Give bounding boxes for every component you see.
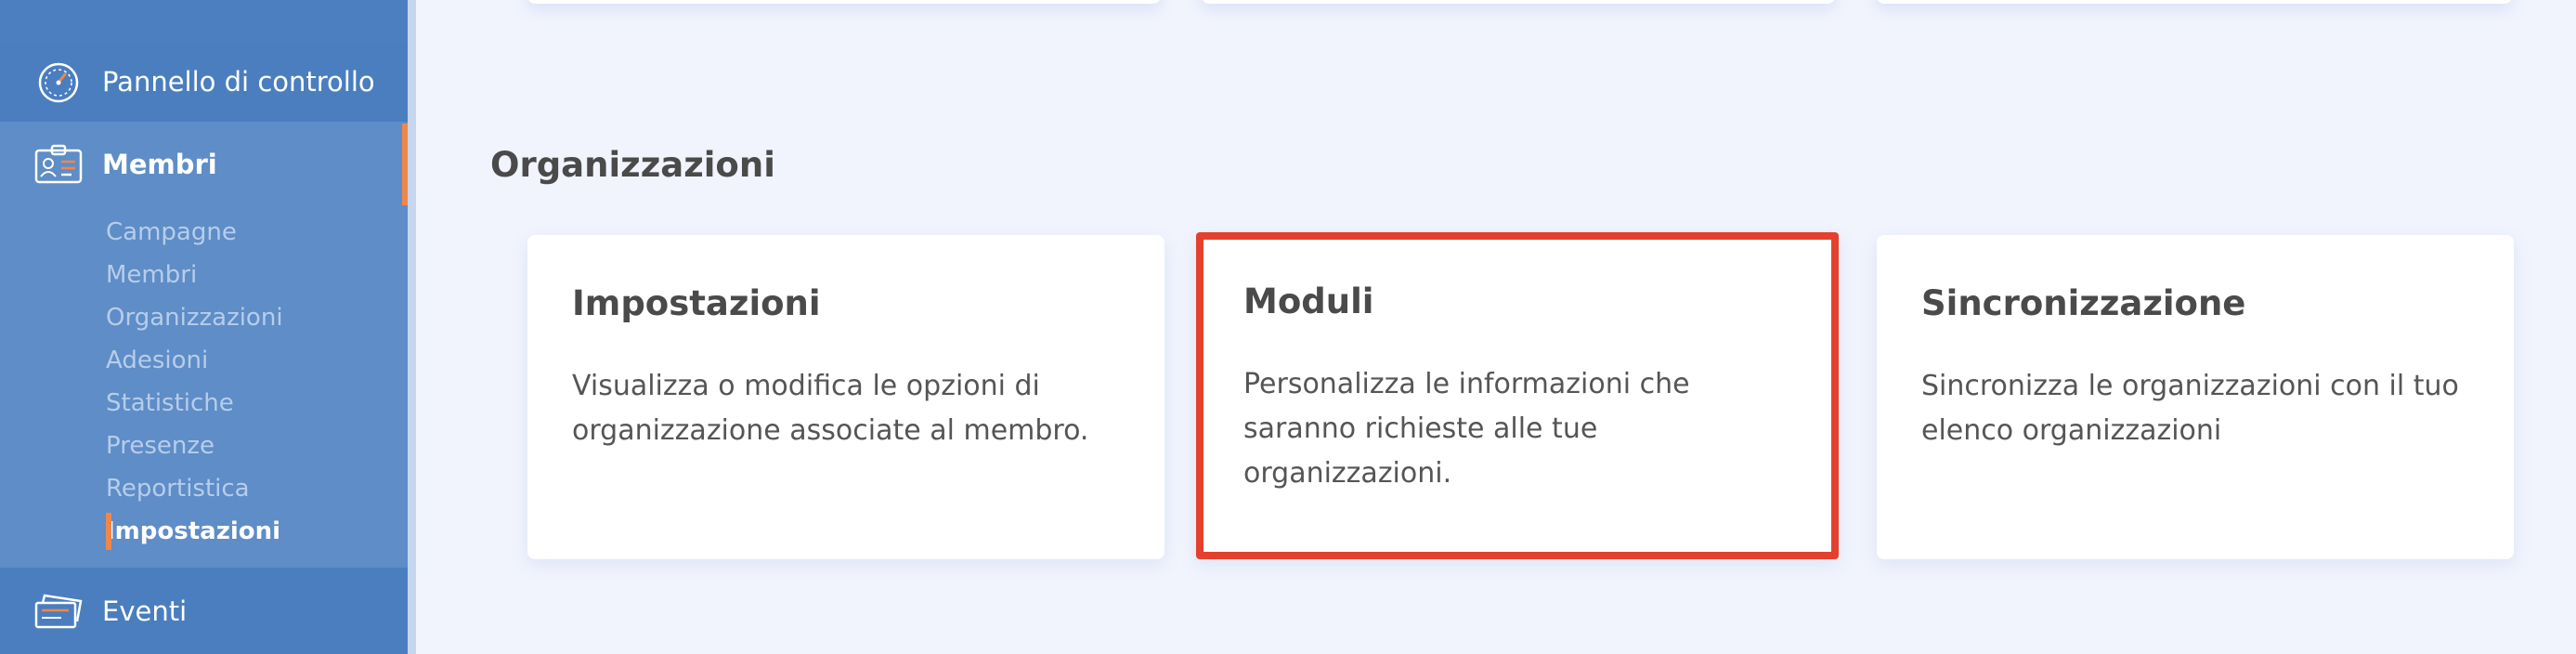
section-title: Organizzazioni	[490, 145, 775, 185]
sidebar-item-events-label: Eventi	[102, 595, 188, 627]
subnav-item-label: Membri	[106, 261, 198, 289]
subnav-item-label: Organizzazioni	[106, 304, 283, 332]
speedometer-icon	[33, 60, 84, 103]
subnav-item-adesioni[interactable]: Adesioni	[0, 339, 408, 382]
card-description: Personalizza le informazioni che saranno…	[1243, 368, 1690, 490]
subnav-item-reportistica[interactable]: Reportistica	[0, 467, 408, 510]
active-indicator	[106, 513, 111, 550]
card-moduli[interactable]: Moduli Personalizza le informazioni che …	[1196, 232, 1839, 559]
subnav-item-label: Reportistica	[106, 475, 250, 503]
card-description: Visualizza o modifica le opzioni di orga…	[572, 370, 1089, 447]
card-impostazioni[interactable]: Impostazioni Visualizza o modifica le op…	[527, 235, 1164, 559]
subnav-item-impostazioni[interactable]: Impostazioni	[0, 510, 408, 553]
sidebar-item-dashboard-label: Pannello di controllo	[102, 66, 375, 98]
sidebar-item-members-label: Membri	[102, 149, 217, 180]
card-title: Impostazioni	[572, 283, 821, 323]
subnav-item-label: Adesioni	[106, 347, 209, 374]
subnav-item-label: Impostazioni	[106, 517, 281, 545]
card-stub	[1877, 0, 2512, 4]
subnav-item-label: Statistiche	[106, 389, 234, 417]
card-title: Moduli	[1243, 281, 1374, 321]
sidebar-subnav: Campagne Membri Organizzazioni Adesioni …	[0, 211, 408, 553]
subnav-item-membri[interactable]: Membri	[0, 254, 408, 296]
subnav-item-organizzazioni[interactable]: Organizzazioni	[0, 296, 408, 339]
subnav-item-statistiche[interactable]: Statistiche	[0, 382, 408, 425]
sidebar: Pannello di controllo Membri Campagne Me…	[0, 0, 408, 654]
id-badge-icon	[33, 143, 84, 186]
sidebar-divider	[408, 0, 416, 654]
card-title: Sincronizzazione	[1921, 283, 2246, 323]
sidebar-item-members[interactable]: Membri	[0, 122, 408, 207]
subnav-item-campagne[interactable]: Campagne	[0, 211, 408, 254]
card-stub	[1202, 0, 1835, 4]
card-description: Sincronizza le organizzazioni con il tuo…	[1921, 370, 2459, 447]
tickets-icon	[33, 590, 84, 633]
sidebar-section-members: Membri Campagne Membri Organizzazioni Ad…	[0, 122, 408, 568]
subnav-item-label: Presenze	[106, 432, 215, 460]
subnav-item-label: Campagne	[106, 218, 237, 246]
card-stub	[527, 0, 1161, 4]
card-sincronizzazione[interactable]: Sincronizzazione Sincronizza le organizz…	[1877, 235, 2514, 559]
subnav-item-presenze[interactable]: Presenze	[0, 425, 408, 467]
sidebar-item-dashboard[interactable]: Pannello di controllo	[0, 42, 408, 122]
sidebar-item-events[interactable]: Eventi	[0, 568, 408, 654]
